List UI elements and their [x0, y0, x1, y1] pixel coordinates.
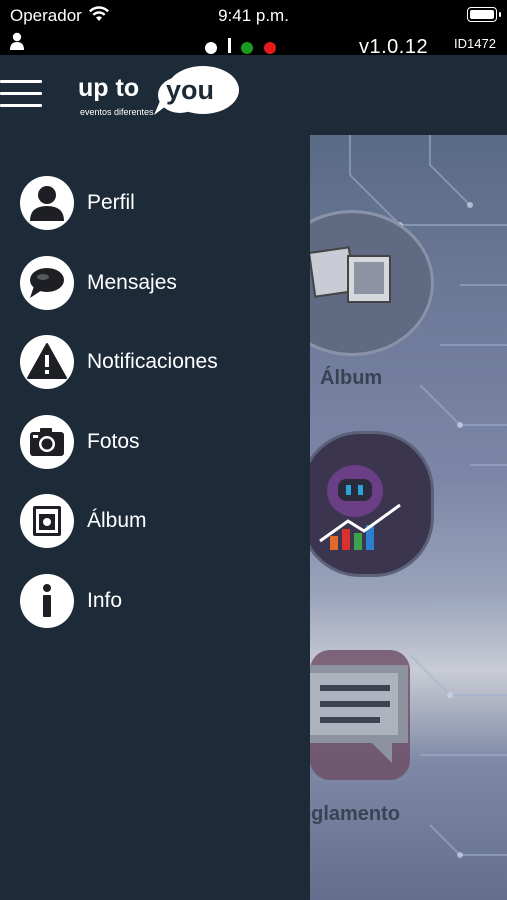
warning-icon [20, 335, 74, 389]
main-content-dimmed[interactable]: Álbum eglamento [310, 135, 507, 900]
reglamento-tile-label: eglamento [310, 803, 401, 825]
menu-item-notificaciones[interactable]: Notificaciones [20, 334, 300, 390]
person-icon [20, 176, 74, 230]
status-time: 9:41 p.m. [218, 6, 289, 25]
menu-item-fotos[interactable]: Fotos [20, 414, 300, 470]
menu-item-album[interactable]: Álbum [20, 493, 300, 549]
logo-tagline: eventos diferentes [80, 107, 154, 117]
logo-text-left: up to [78, 74, 139, 102]
side-drawer: Perfil Mensajes Notificaciones Fotos Álb… [0, 135, 310, 900]
chat-bubble-icon [20, 256, 74, 310]
status-separator [228, 38, 231, 53]
album-tile-label: Álbum [320, 367, 383, 389]
user-status-icon [10, 32, 24, 55]
menu-label-mensajes: Mensajes [87, 271, 177, 294]
stats-tile-icon[interactable] [310, 431, 434, 577]
album-icon [20, 494, 74, 548]
status-bar: Operador 9:41 p.m. v1.0.12 ID1472 [0, 0, 507, 58]
info-icon [20, 574, 74, 628]
battery-icon [467, 7, 501, 22]
reglamento-tile-icon[interactable] [310, 665, 415, 780]
status-dot-white [205, 42, 217, 54]
menu-label-notificaciones: Notificaciones [87, 350, 218, 373]
app-header: up to you eventos diferentes [0, 55, 507, 135]
status-dot-red [264, 42, 276, 54]
logo-text-right: you [166, 75, 214, 105]
menu-item-mensajes[interactable]: Mensajes [20, 255, 300, 311]
menu-item-info[interactable]: Info [20, 573, 300, 629]
album-tile-icon[interactable] [310, 210, 434, 356]
menu-hamburger-icon[interactable] [0, 77, 44, 111]
menu-label-info: Info [87, 589, 123, 612]
brand-logo: up to you eventos diferentes [78, 57, 243, 134]
menu-item-perfil[interactable]: Perfil [20, 175, 300, 231]
menu-label-fotos: Fotos [87, 430, 140, 453]
menu-label-album: Álbum [87, 509, 147, 532]
status-dot-green [241, 42, 253, 54]
device-id: ID1472 [454, 36, 496, 51]
camera-icon [20, 415, 74, 469]
menu-label-perfil: Perfil [87, 191, 135, 214]
